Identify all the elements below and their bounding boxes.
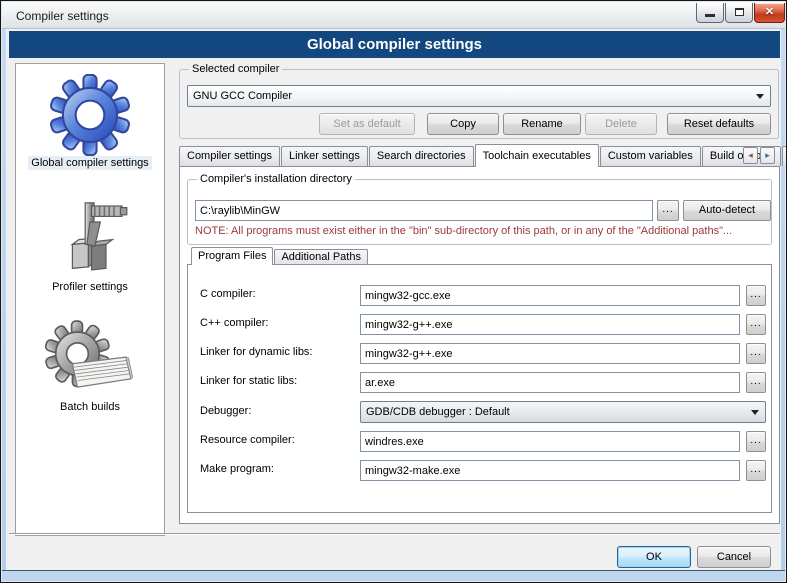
static-linker-label: Linker for static libs: [200, 375, 297, 387]
scroll-left-icon: ◂ [748, 150, 753, 160]
selected-compiler-group-label: Selected compiler [189, 63, 282, 75]
tab-custom-variables[interactable]: Custom variables [600, 146, 701, 166]
installation-directory-input[interactable] [195, 200, 653, 221]
rename-button[interactable]: Rename [503, 113, 581, 135]
tab-scroll-right-button[interactable]: ▸ [760, 147, 775, 164]
settings-category-list: Global compiler settings Profiler settin… [15, 63, 165, 536]
cancel-button[interactable]: Cancel [697, 546, 771, 568]
scroll-right-icon: ▸ [765, 150, 770, 160]
subtab-program-files[interactable]: Program Files [191, 247, 273, 265]
static-linker-input[interactable] [360, 372, 740, 393]
caliper-icon[interactable] [50, 196, 130, 280]
tab-overflow-sliver [782, 146, 787, 166]
compiler-settings-dialog: Compiler settings ✕ Global compiler sett… [0, 0, 787, 583]
debugger-select-value: GDB/CDB debugger : Default [366, 406, 510, 418]
close-button[interactable]: ✕ [754, 3, 785, 23]
c-compiler-label: C compiler: [200, 288, 256, 300]
dynamic-linker-browse-button[interactable]: ... [746, 343, 766, 364]
window-frame-bottom [2, 570, 785, 581]
copy-button[interactable]: Copy [427, 113, 499, 135]
cpp-compiler-input[interactable] [360, 314, 740, 335]
sidebar-item-global-compiler-settings[interactable]: Global compiler settings [28, 156, 151, 170]
installation-directory-group-label: Compiler's installation directory [197, 173, 355, 185]
chevron-down-icon [756, 94, 764, 99]
tab-linker-settings[interactable]: Linker settings [281, 146, 368, 166]
window-frame-right [781, 29, 785, 581]
reset-defaults-button[interactable]: Reset defaults [667, 113, 771, 135]
installation-directory-browse-button[interactable]: ... [657, 200, 679, 221]
titlebar[interactable]: Compiler settings [2, 2, 785, 29]
resource-compiler-input[interactable] [360, 431, 740, 452]
cpp-compiler-label: C++ compiler: [200, 317, 268, 329]
program-files-panel: C compiler: ... C++ compiler: ... Linker… [187, 264, 772, 513]
sidebar-item-profiler-settings[interactable]: Profiler settings [49, 280, 131, 294]
debugger-select[interactable]: GDB/CDB debugger : Default [360, 401, 766, 423]
page-title: Global compiler settings [9, 31, 780, 58]
minimize-button[interactable] [696, 3, 724, 23]
resource-compiler-browse-button[interactable]: ... [746, 431, 766, 452]
subtab-additional-paths[interactable]: Additional Paths [274, 249, 368, 264]
compiler-select[interactable]: GNU GCC Compiler [187, 85, 771, 107]
footer-separator [9, 533, 780, 535]
cpp-compiler-browse-button[interactable]: ... [746, 314, 766, 335]
dynamic-linker-label: Linker for dynamic libs: [200, 346, 313, 358]
make-program-input[interactable] [360, 460, 740, 481]
debugger-label: Debugger: [200, 405, 251, 417]
maximize-button[interactable] [725, 3, 753, 23]
make-program-browse-button[interactable]: ... [746, 460, 766, 481]
tab-search-directories[interactable]: Search directories [369, 146, 474, 166]
dynamic-linker-input[interactable] [360, 343, 740, 364]
compiler-select-value: GNU GCC Compiler [193, 90, 292, 102]
c-compiler-input[interactable] [360, 285, 740, 306]
ok-button[interactable]: OK [617, 546, 691, 568]
tab-toolchain-executables[interactable]: Toolchain executables [475, 144, 599, 167]
tab-scroll-left-button[interactable]: ◂ [743, 147, 758, 164]
minimize-icon [705, 14, 715, 17]
chevron-down-icon [751, 410, 759, 415]
maximize-icon [735, 8, 744, 16]
c-compiler-browse-button[interactable]: ... [746, 285, 766, 306]
delete-button[interactable]: Delete [585, 113, 657, 135]
installation-directory-note: NOTE: All programs must exist either in … [195, 225, 732, 237]
auto-detect-button[interactable]: Auto-detect [683, 200, 771, 221]
static-linker-browse-button[interactable]: ... [746, 372, 766, 393]
window-title: Compiler settings [16, 9, 109, 23]
blue-gear-icon[interactable] [49, 74, 131, 156]
close-icon: ✕ [765, 6, 774, 18]
program-files-tabstrip: Program Files Additional Paths [191, 247, 369, 264]
sidebar-item-batch-builds[interactable]: Batch builds [57, 400, 123, 414]
tab-compiler-settings[interactable]: Compiler settings [179, 146, 280, 166]
resource-compiler-label: Resource compiler: [200, 434, 295, 446]
make-program-label: Make program: [200, 463, 274, 475]
set-as-default-button[interactable]: Set as default [319, 113, 415, 135]
gray-gear-stack-icon[interactable] [44, 320, 136, 400]
settings-tabstrip: Compiler settings Linker settings Search… [179, 143, 787, 166]
